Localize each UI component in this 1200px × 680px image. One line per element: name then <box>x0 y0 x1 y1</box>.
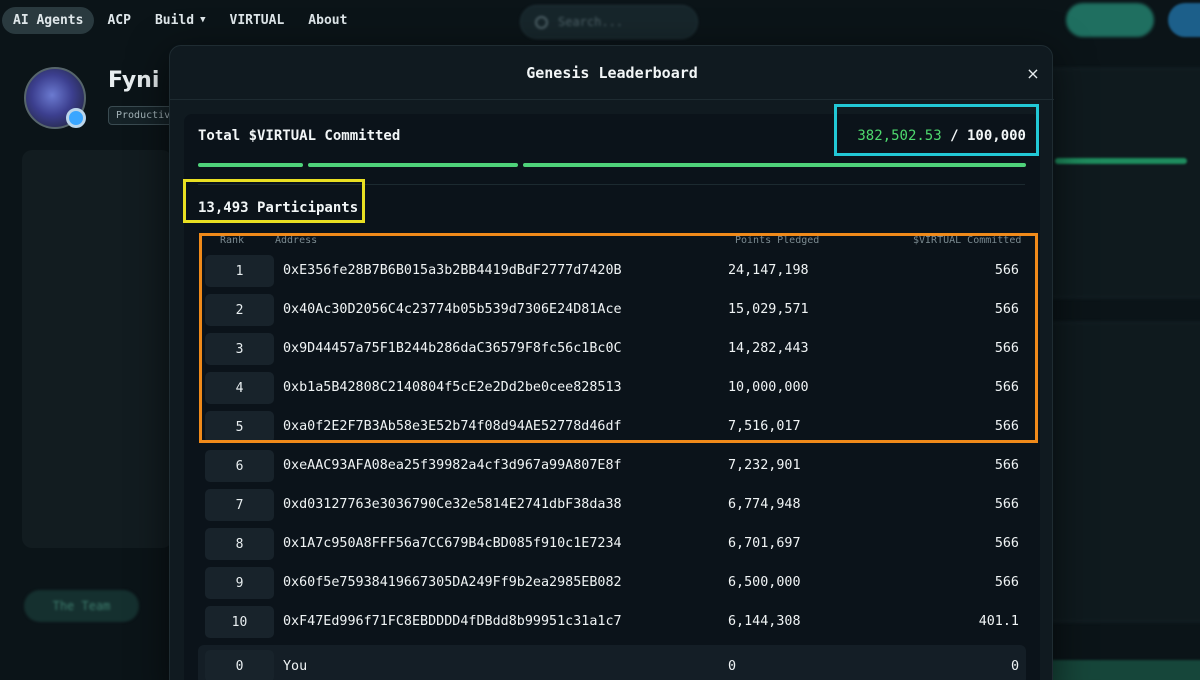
points-pledged: 6,774,948 <box>728 497 801 512</box>
table-row[interactable]: 2 0x40Ac30D2056C4c23774b05b539d7306E24D81… <box>198 294 1026 328</box>
chevron-down-icon: ▼ <box>200 15 206 25</box>
points-pledged: 7,232,901 <box>728 458 801 473</box>
nav-ai-agents[interactable]: AI Agents <box>2 6 95 34</box>
rank-chip: 0 <box>205 650 274 680</box>
rank-chip: 9 <box>205 567 274 599</box>
total-committed-label: Total $VIRTUAL Committed <box>198 128 401 144</box>
points-pledged: 7,516,017 <box>728 419 801 434</box>
close-icon[interactable]: × <box>1022 64 1044 86</box>
table-row[interactable]: 3 0x9D44457a75F1B244b286daC36579F8fc56c1B… <box>198 333 1026 367</box>
points-pledged: 6,701,697 <box>728 536 801 551</box>
nav-about[interactable]: About <box>297 7 358 34</box>
table-row[interactable]: 7 0xd03127763e3036790Ce32e5814E2741dbF38d… <box>198 489 1026 523</box>
rank-chip: 7 <box>205 489 274 521</box>
participants-highlight-box <box>183 179 365 223</box>
wallet-address: 0x9D44457a75F1B244b286daC36579F8fc56c1Bc… <box>283 341 622 356</box>
verified-badge-icon <box>66 108 86 128</box>
wallet-address: 0xeAAC93AFA08ea25f39982a4cf3d967a99A807E… <box>283 458 622 473</box>
progress-segment <box>308 163 518 167</box>
points-pledged: 14,282,443 <box>728 341 809 356</box>
table-row[interactable]: 4 0xb1a5B42808C2140804f5cE2e2Dd2be0cee828… <box>198 372 1026 406</box>
progress-segment <box>523 163 1026 167</box>
points-pledged: 6,144,308 <box>728 614 801 629</box>
virtual-committed: 566 <box>994 419 1019 434</box>
wallet-address: 0xa0f2E2F7B3Ab58e3E52b74f08d94AE52778d46… <box>283 419 622 434</box>
nav-acp[interactable]: ACP <box>96 7 141 34</box>
wallet-address: 0xd03127763e3036790Ce32e5814E2741dbF38da… <box>283 497 622 512</box>
tab-the-team-label: The Team <box>52 599 111 613</box>
column-header-committed: $VIRTUAL Committed <box>913 235 1022 246</box>
your-committed: 0 <box>1010 659 1019 674</box>
modal-divider <box>170 99 1054 100</box>
rank-chip: 1 <box>205 255 274 287</box>
wallet-address: 0xF47Ed996f71FC8EBDDDD4fDBdd8b99951c31a1… <box>283 614 622 629</box>
nav-build-label: Build <box>154 12 195 28</box>
virtual-committed: 566 <box>994 458 1019 473</box>
total-highlight-box <box>834 104 1039 156</box>
points-pledged: 15,029,571 <box>728 302 809 317</box>
genesis-status-card <box>1040 68 1200 298</box>
nav-virtual-label: VIRTUAL <box>229 12 285 28</box>
wallet-address: 0x40Ac30D2056C4c23774b05b539d7306E24D81A… <box>283 302 622 317</box>
virtual-committed: 566 <box>994 575 1019 590</box>
wallet-address: 0x1A7c950A8FFF56a7CC679B4cBD085f910c1E72… <box>283 536 622 551</box>
table-row[interactable]: 6 0xeAAC93AFA08ea25f39982a4cf3d967a99A807… <box>198 450 1026 484</box>
nav-build[interactable]: Build ▼ <box>144 7 217 34</box>
your-row: 0 You 0 0 <box>198 645 1026 680</box>
virtual-committed: 401.1 <box>978 614 1019 629</box>
rank-chip: 4 <box>205 372 274 404</box>
points-pledged: 10,000,000 <box>728 380 809 395</box>
table-row[interactable]: 1 0xE356fe28B7B6B015a3b2BB4419dBdF2777d74… <box>198 255 1026 289</box>
virtual-committed: 566 <box>994 536 1019 551</box>
table-row[interactable]: 9 0x60f5e75938419667305DA249Ff9b2ea2985EB… <box>198 567 1026 601</box>
progress-segment <box>198 163 303 167</box>
side-action-button[interactable] <box>1040 660 1200 680</box>
rank-chip: 2 <box>205 294 274 326</box>
agent-category-tag: Productiv <box>108 106 179 125</box>
your-address: You <box>283 659 308 674</box>
agent-media-panel <box>22 150 172 548</box>
genesis-progress-bar <box>1055 158 1187 164</box>
nav-ai-agents-label: AI Agents <box>13 12 84 28</box>
nav-virtual[interactable]: VIRTUAL <box>219 7 296 34</box>
virtual-committed: 566 <box>994 497 1019 512</box>
nav-about-label: About <box>308 12 348 28</box>
virtual-committed: 566 <box>994 263 1019 278</box>
rank-chip: 10 <box>205 606 274 638</box>
table-row[interactable]: 8 0x1A7c950A8FFF56a7CC679B4cBD085f910c1E7… <box>198 528 1026 562</box>
your-points: 0 <box>728 659 737 674</box>
wallet-address: 0xb1a5B42808C2140804f5cE2e2Dd2be0cee8285… <box>283 380 622 395</box>
wallet-address: 0xE356fe28B7B6B015a3b2BB4419dBdF2777d742… <box>283 263 622 278</box>
tab-the-team[interactable]: The Team <box>24 590 139 622</box>
search-input[interactable]: Search... <box>520 5 698 39</box>
rank-chip: 5 <box>205 411 274 443</box>
column-header-points: Points Pledged <box>735 235 820 246</box>
agent-name: Fyni <box>108 68 160 93</box>
side-info-card <box>1040 322 1200 622</box>
search-icon <box>535 15 548 29</box>
points-pledged: 24,147,198 <box>728 263 809 278</box>
nav-acp-label: ACP <box>107 12 131 28</box>
points-pledged: 6,500,000 <box>728 575 801 590</box>
rank-chip: 6 <box>205 450 274 482</box>
column-header-rank: Rank <box>220 235 245 246</box>
table-row[interactable]: 5 0xa0f2E2F7B3Ab58e3E52b74f08d94AE52778d4… <box>198 411 1026 445</box>
wallet-address: 0x60f5e75938419667305DA249Ff9b2ea2985EB0… <box>283 575 622 590</box>
modal-title: Genesis Leaderboard <box>526 64 698 82</box>
column-header-address: Address <box>275 235 318 246</box>
rank-chip: 3 <box>205 333 274 365</box>
refer-button[interactable] <box>1066 3 1154 37</box>
virtual-committed: 566 <box>994 302 1019 317</box>
rank-chip: 8 <box>205 528 274 560</box>
virtual-committed: 566 <box>994 341 1019 356</box>
search-placeholder: Search... <box>558 15 624 29</box>
table-row[interactable]: 10 0xF47Ed996f71FC8EBDDDD4fDBdd8b99951c31… <box>198 606 1026 640</box>
virtual-committed: 566 <box>994 380 1019 395</box>
wallet-button[interactable] <box>1168 3 1200 37</box>
